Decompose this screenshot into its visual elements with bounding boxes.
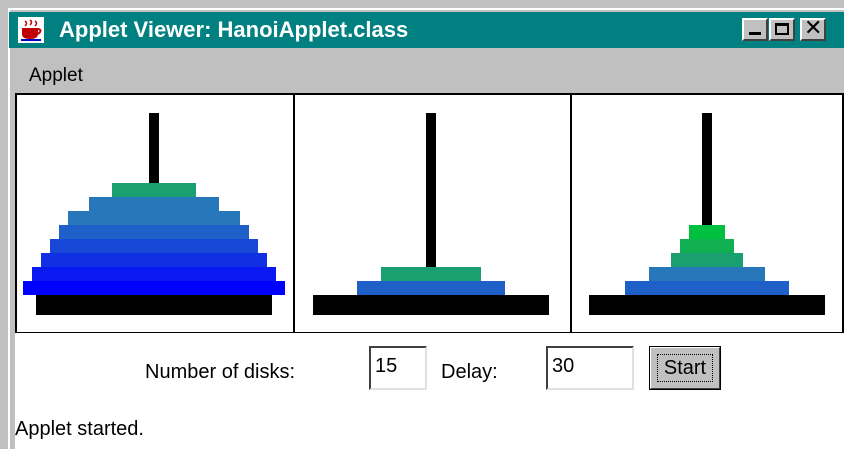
applet-area: Number of disks: 15 Delay: 30 Start Appl… (15, 93, 844, 449)
status-bar-text: Applet started. (15, 418, 144, 440)
close-button[interactable]: ✕ (800, 16, 826, 41)
maximize-button[interactable] (769, 18, 795, 41)
hanoi-canvas (15, 93, 844, 333)
menu-bar: Applet (9, 61, 844, 91)
start-button[interactable]: Start (649, 346, 721, 390)
disk (381, 267, 481, 281)
peg-base (589, 295, 825, 315)
close-icon: ✕ (804, 16, 823, 41)
peg-base (36, 295, 272, 315)
disk (32, 267, 276, 281)
disk (689, 225, 725, 239)
disk (649, 267, 765, 281)
menu-applet[interactable]: Applet (29, 61, 83, 91)
disk (625, 281, 789, 295)
disk (59, 225, 249, 239)
start-button-label: Start (657, 354, 713, 382)
number-of-disks-label: Number of disks: (145, 361, 296, 383)
disk (41, 253, 267, 267)
disk (68, 211, 240, 225)
minimize-button[interactable] (742, 18, 768, 41)
delay-input[interactable]: 30 (546, 346, 634, 390)
delay-label: Delay: (441, 361, 498, 383)
disk (112, 183, 196, 197)
maximize-icon (775, 23, 789, 35)
disk (671, 253, 743, 267)
title-bar[interactable]: Applet Viewer: HanoiApplet.class ✕ (9, 12, 844, 48)
peg-base (313, 295, 549, 315)
java-coffee-cup-icon (18, 17, 44, 43)
minimize-icon (749, 32, 761, 35)
number-of-disks-input[interactable]: 15 (369, 346, 427, 390)
disk (680, 239, 734, 253)
disk (89, 197, 219, 211)
window-title: Applet Viewer: HanoiApplet.class (59, 17, 409, 42)
disk (23, 281, 285, 295)
disk (50, 239, 258, 253)
disk (357, 281, 505, 295)
